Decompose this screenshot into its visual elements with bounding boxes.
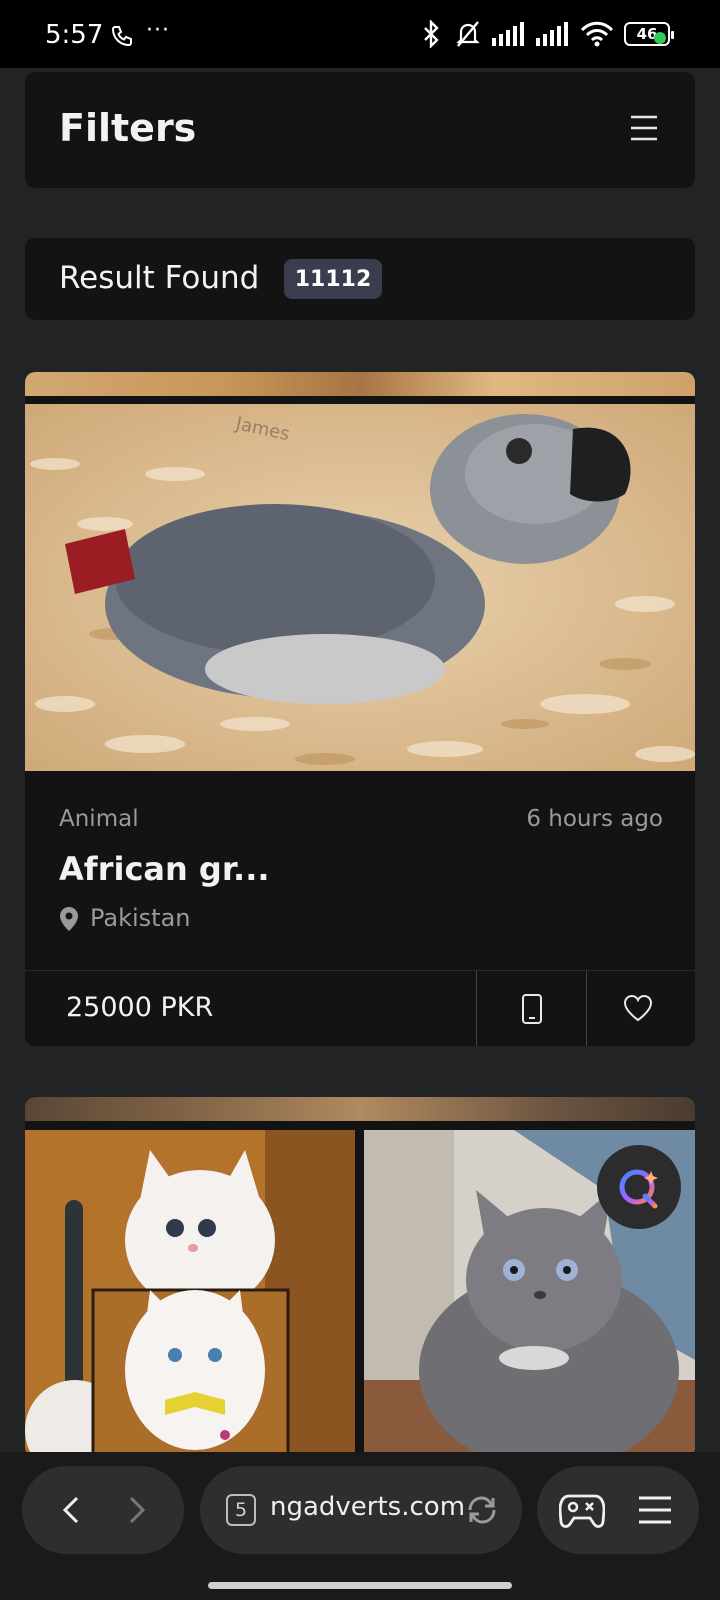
signal-icon: [492, 22, 524, 46]
listing-photo-white-kitten[interactable]: [25, 1130, 355, 1457]
forward-arrow-icon[interactable]: [120, 1494, 152, 1526]
signal-icon-2: [536, 22, 568, 46]
navigation-controls: [22, 1466, 184, 1554]
silent-bell-icon: [456, 21, 480, 47]
game-controller-icon[interactable]: [559, 1490, 605, 1530]
listing-category: Animal: [59, 806, 139, 832]
result-label: Result Found: [59, 260, 260, 296]
location-pin-icon: [60, 907, 78, 931]
wifi-icon: [580, 21, 614, 47]
result-count-badge: 11112: [284, 259, 382, 299]
home-indicator[interactable]: [208, 1582, 512, 1589]
phone-call-icon: [111, 26, 132, 47]
listing-card-2[interactable]: [25, 1097, 695, 1457]
browser-tools: [537, 1466, 699, 1554]
ai-assistant-icon: [619, 1169, 658, 1209]
photo-carousel-strip-2: [25, 1097, 695, 1121]
photo-carousel-strip: [25, 372, 695, 396]
listing-photo[interactable]: James: [25, 404, 695, 771]
favorite-heart-icon[interactable]: [623, 994, 653, 1022]
ai-assistant-button[interactable]: [597, 1145, 681, 1229]
reload-icon[interactable]: [466, 1494, 498, 1526]
filters-panel[interactable]: Filters: [25, 72, 695, 188]
tab-count-icon[interactable]: 5: [226, 1494, 256, 1526]
back-arrow-icon[interactable]: [56, 1494, 88, 1526]
call-seller-icon[interactable]: [521, 994, 543, 1024]
address-bar[interactable]: 5 ngadverts.com: [200, 1466, 522, 1554]
listing-time: 6 hours ago: [526, 806, 663, 832]
privacy-indicator: [654, 32, 666, 44]
filters-title: Filters: [59, 106, 197, 150]
url-text[interactable]: ngadverts.com: [270, 1492, 465, 1522]
status-bar: 5:57 ··· 46: [0, 0, 720, 68]
listing-card[interactable]: James Animal 6 hours ago African gr... P…: [25, 372, 695, 1046]
result-summary: Result Found 11112: [25, 238, 695, 320]
status-icons: 46: [418, 20, 674, 48]
listing-price: 25000 PKR: [66, 992, 214, 1023]
status-time: 5:57: [45, 20, 104, 50]
filter-menu-icon[interactable]: [629, 114, 659, 142]
browser-menu-icon[interactable]: [637, 1494, 673, 1526]
listing-title[interactable]: African gr...: [59, 850, 270, 888]
browser-toolbar: 5 ngadverts.com: [0, 1452, 720, 1600]
listing-location: Pakistan: [90, 904, 191, 932]
more-notifications-icon: ···: [146, 18, 170, 43]
bluetooth-icon: [424, 20, 439, 48]
